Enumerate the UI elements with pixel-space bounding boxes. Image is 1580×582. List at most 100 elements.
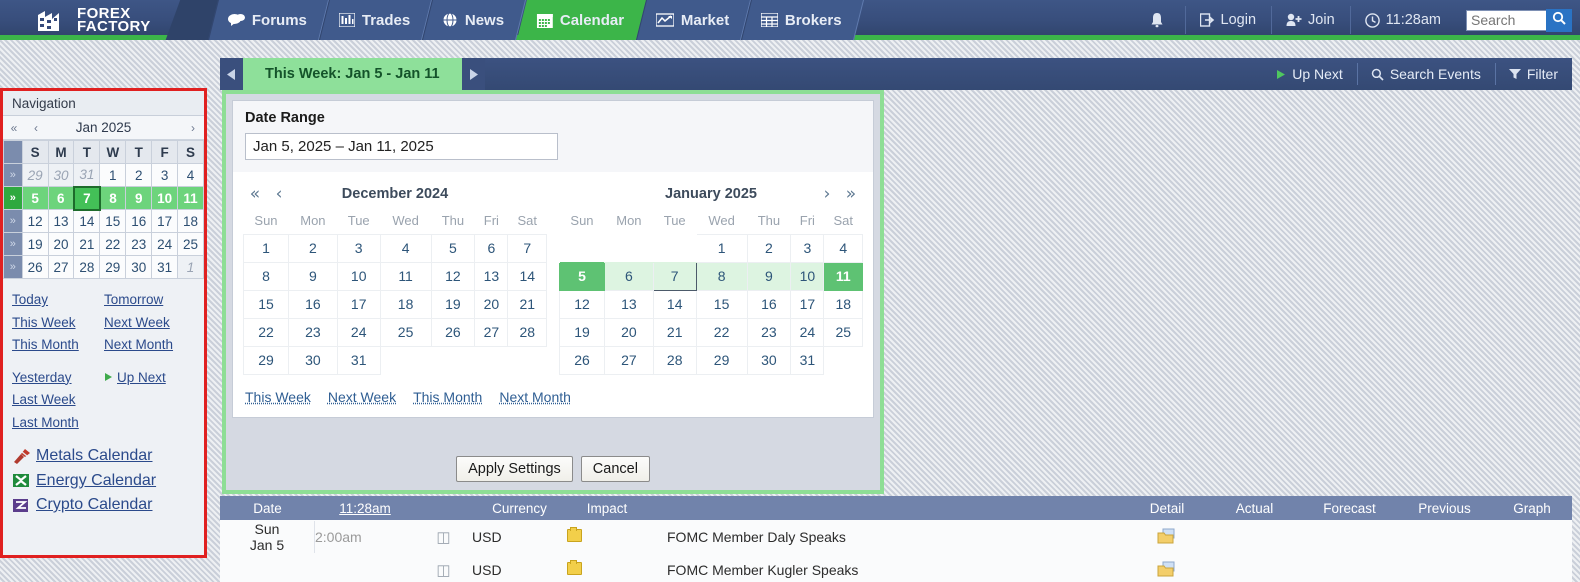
calendar-day-cell[interactable]: 19	[559, 317, 605, 347]
calendar-day-cell[interactable]: 19	[430, 289, 476, 319]
mini-day-cell[interactable]: 23	[125, 232, 153, 256]
calendar-day-cell[interactable]: 14	[507, 261, 547, 291]
nav-item-brokers[interactable]: Brokers	[741, 0, 864, 40]
calendar-day-cell[interactable]: 11	[823, 261, 863, 291]
calendar-day-cell[interactable]: 25	[379, 317, 432, 347]
calendar-day-cell[interactable]: 23	[287, 317, 338, 347]
calendar-day-cell[interactable]: 28	[652, 345, 697, 375]
calendar-prev-year-button[interactable]: «	[243, 184, 267, 204]
calendar-day-cell[interactable]: 24	[790, 317, 825, 347]
nav-item-market[interactable]: Market	[635, 0, 752, 40]
calendar-day-cell[interactable]: 5	[430, 233, 476, 263]
clock-time[interactable]: 11:28am	[1349, 0, 1456, 40]
calendar-day-cell[interactable]: 9	[287, 261, 338, 291]
mini-day-cell[interactable]: 22	[99, 232, 127, 256]
calendar-day-cell[interactable]: 24	[336, 317, 381, 347]
next-week-button[interactable]	[461, 58, 485, 90]
nav-link-crypto-calendar[interactable]: Crypto Calendar	[3, 493, 204, 518]
column-time[interactable]: 11:28am	[315, 501, 415, 516]
calendar-day-cell[interactable]: 8	[695, 261, 748, 291]
calendar-day-cell[interactable]: 30	[746, 345, 792, 375]
mini-week-row[interactable]: » 29 30 31 1 2 3 4	[3, 163, 204, 187]
cell-detail[interactable]	[1127, 561, 1207, 578]
calendar-day-cell[interactable]: 6	[474, 233, 509, 263]
calendar-day-cell[interactable]: 10	[336, 261, 381, 291]
mini-day-cell[interactable]: 1	[99, 163, 127, 187]
mini-day-cell[interactable]: 17	[151, 209, 179, 233]
calendar-day-cell[interactable]: 27	[474, 317, 509, 347]
search-events-button[interactable]: Search Events	[1356, 58, 1495, 90]
mini-day-cell[interactable]: 7	[72, 185, 101, 211]
calendar-day-cell[interactable]: 16	[287, 289, 338, 319]
calendar-day-cell[interactable]: 5	[559, 261, 605, 291]
mini-prev-year-button[interactable]: «	[3, 121, 25, 135]
calendar-day-cell[interactable]: 29	[695, 345, 748, 375]
mini-day-cell[interactable]: 29	[99, 255, 127, 279]
mini-day-cell[interactable]: 31	[73, 163, 101, 187]
table-row[interactable]: ◫ USD FOMC Member Kugler Speaks	[220, 553, 1572, 582]
mini-week-select-chevron-icon[interactable]: »	[3, 232, 23, 256]
calendar-prev-month-button[interactable]: ‹	[267, 184, 291, 204]
mini-day-cell[interactable]: 18	[177, 209, 204, 233]
calendar-day-cell[interactable]: 3	[790, 233, 825, 263]
nav-item-trades[interactable]: Trades	[319, 0, 433, 40]
date-range-quick-link-3[interactable]: Next Month	[499, 389, 571, 405]
apply-settings-button[interactable]: Apply Settings	[456, 456, 573, 482]
calendar-day-cell[interactable]: 21	[652, 317, 697, 347]
table-row[interactable]: Sun Jan 5 2:00am ◫ USD FOMC Member Daly Speak…	[220, 520, 1572, 553]
calendar-day-cell[interactable]: 7	[652, 261, 697, 291]
calendar-day-cell[interactable]: 31	[790, 345, 825, 375]
mini-day-cell[interactable]: 27	[47, 255, 75, 279]
calendar-day-cell[interactable]: 14	[652, 289, 697, 319]
calendar-day-cell[interactable]: 11	[379, 261, 432, 291]
date-range-quick-link-2[interactable]: This Month	[413, 389, 482, 405]
calendar-day-cell[interactable]: 3	[336, 233, 381, 263]
mini-day-cell[interactable]: 30	[47, 163, 75, 187]
calendar-day-cell[interactable]: 12	[559, 289, 605, 319]
calendar-day-cell[interactable]: 12	[430, 261, 476, 291]
calendar-day-cell[interactable]: 1	[243, 233, 289, 263]
mini-day-cell[interactable]: 30	[125, 255, 153, 279]
mini-day-cell[interactable]: 1	[177, 255, 204, 279]
mini-day-cell[interactable]: 24	[151, 232, 179, 256]
date-range-quick-link-0[interactable]: This Week	[245, 389, 311, 405]
nav-link-next-week[interactable]: Next Week	[104, 315, 170, 330]
previous-week-button[interactable]	[220, 58, 243, 90]
mini-day-cell[interactable]: 4	[177, 163, 204, 187]
filter-button[interactable]: Filter	[1494, 58, 1572, 90]
up-next-button[interactable]: Up Next	[1262, 58, 1357, 90]
mini-day-cell[interactable]: 12	[21, 209, 49, 233]
mini-day-cell[interactable]: 8	[99, 186, 127, 210]
search-input[interactable]	[1466, 9, 1546, 31]
nav-link-metals-calendar[interactable]: Metals Calendar	[3, 444, 204, 469]
calendar-day-cell[interactable]: 8	[243, 261, 289, 291]
mini-day-cell[interactable]: 19	[21, 232, 49, 256]
nav-link-tomorrow[interactable]: Tomorrow	[104, 292, 163, 307]
mini-day-cell[interactable]: 28	[73, 255, 101, 279]
mini-week-row[interactable]: » 19 20 21 22 23 24 25	[3, 232, 204, 256]
calendar-day-cell[interactable]: 17	[336, 289, 381, 319]
calendar-day-cell[interactable]: 16	[746, 289, 792, 319]
nav-link-this-week[interactable]: This Week	[12, 315, 76, 330]
calendar-day-cell[interactable]: 28	[507, 317, 547, 347]
search-submit-button[interactable]	[1546, 8, 1572, 32]
nav-link-last-week[interactable]: Last Week	[12, 392, 76, 407]
mini-day-cell[interactable]: 2	[125, 163, 153, 187]
calendar-day-cell[interactable]: 4	[379, 233, 432, 263]
calendar-day-cell[interactable]: 20	[603, 317, 654, 347]
mini-prev-month-button[interactable]: ‹	[25, 121, 47, 135]
date-range-quick-link-1[interactable]: Next Week	[328, 389, 396, 405]
calendar-day-cell[interactable]: 10	[790, 261, 825, 291]
calendar-day-cell[interactable]: 13	[474, 261, 509, 291]
mini-week-row[interactable]: » 12 13 14 15 16 17 18	[3, 209, 204, 233]
calendar-day-cell[interactable]: 18	[379, 289, 432, 319]
calendar-day-cell[interactable]: 2	[287, 233, 338, 263]
calendar-day-cell[interactable]: 6	[603, 261, 654, 291]
mini-day-cell[interactable]: 16	[125, 209, 153, 233]
mini-day-cell[interactable]: 14	[73, 209, 101, 233]
nav-link-up-next[interactable]: Up Next	[117, 367, 166, 390]
mini-week-row[interactable]: » 26 27 28 29 30 31 1	[3, 255, 204, 279]
cancel-button[interactable]: Cancel	[580, 456, 650, 482]
calendar-day-cell[interactable]: 22	[243, 317, 289, 347]
calendar-day-cell[interactable]: 27	[603, 345, 654, 375]
